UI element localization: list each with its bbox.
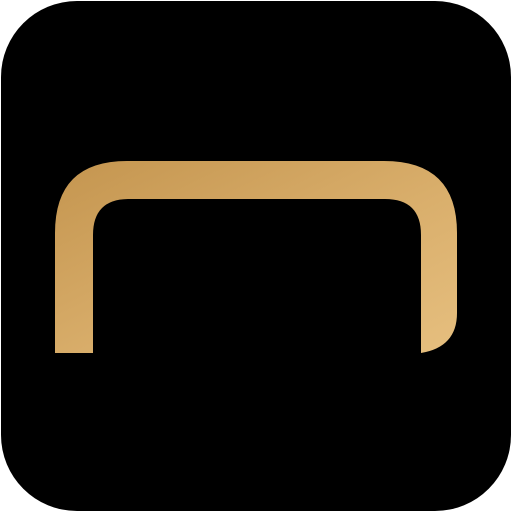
arch-shape bbox=[55, 161, 457, 353]
gold-arch-icon bbox=[55, 161, 457, 353]
app-icon[interactable] bbox=[1, 1, 511, 511]
